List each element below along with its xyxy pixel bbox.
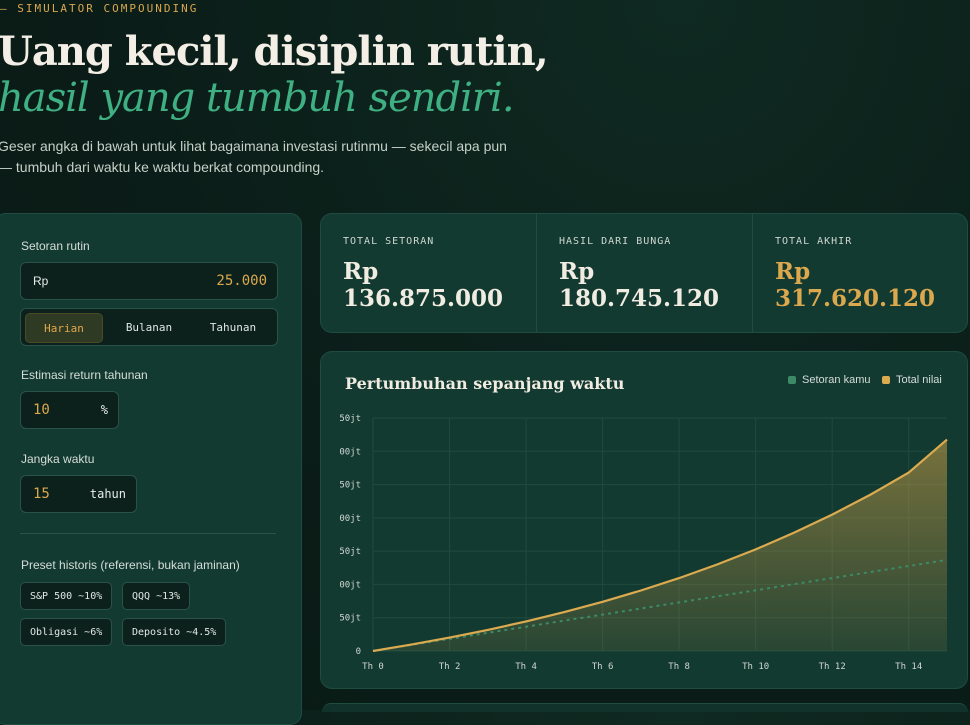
eyebrow: — SIMULATOR COMPOUNDING bbox=[0, 2, 199, 15]
page-title-accent: hasil yang tumbuh sendiri. bbox=[0, 75, 515, 121]
frequency-option-tahunan[interactable]: Tahunan bbox=[193, 313, 273, 341]
stat-total-akhir: TOTAL AKHIR Rp 317.620.120 bbox=[753, 214, 967, 332]
page-title: Uang kecil, disiplin rutin, bbox=[0, 28, 549, 75]
x-tick-label: Th 8 bbox=[668, 662, 690, 672]
preset-sp500[interactable]: S&P 500 ~10% bbox=[20, 582, 113, 610]
stat-value: Rp 136.875.000 bbox=[343, 258, 504, 312]
lead-text: Geser angka di bawah untuk lihat bagaima… bbox=[0, 138, 507, 175]
growth-chart-panel: Pertumbuhan sepanjang waktu Setoran kamu… bbox=[320, 351, 968, 689]
deposit-label: Setoran rutin bbox=[21, 239, 90, 253]
preset-qqq[interactable]: QQQ ~13% bbox=[122, 582, 191, 610]
preset-obligasi[interactable]: Obligasi ~6% bbox=[20, 618, 113, 646]
deposit-input[interactable]: Rp 25.000 bbox=[20, 262, 278, 300]
x-tick-label: Th 0 bbox=[362, 662, 384, 672]
y-tick-label: 00jt bbox=[339, 580, 361, 590]
divider bbox=[20, 533, 276, 534]
return-label: Estimasi return tahunan bbox=[21, 368, 148, 382]
stat-total-setoran: TOTAL SETORAN Rp 136.875.000 bbox=[321, 214, 536, 332]
deposit-value: 25.000 bbox=[216, 273, 267, 289]
next-panel-edge bbox=[322, 703, 968, 712]
frequency-selector: Harian Bulanan Tahunan bbox=[20, 308, 278, 346]
stat-caption: HASIL DARI BUNGA bbox=[559, 236, 672, 247]
return-value: 10 bbox=[33, 402, 50, 418]
x-tick-label: Th 6 bbox=[592, 662, 614, 672]
x-tick-label: Th 14 bbox=[895, 662, 922, 672]
duration-input[interactable]: 15 tahun bbox=[20, 475, 137, 513]
stat-caption: TOTAL AKHIR bbox=[775, 236, 853, 247]
duration-unit: tahun bbox=[89, 487, 126, 501]
return-input[interactable]: 10 % bbox=[20, 391, 119, 429]
frequency-option-bulanan[interactable]: Bulanan bbox=[109, 313, 189, 341]
presets-label: Preset historis (referensi, bukan jamina… bbox=[21, 558, 240, 572]
y-tick-label: 00jt bbox=[339, 447, 361, 457]
y-tick-label: 50jt bbox=[339, 547, 361, 557]
x-tick-label: Th 12 bbox=[819, 662, 846, 672]
stat-hasil-bunga: HASIL DARI BUNGA Rp 180.745.120 bbox=[537, 214, 752, 332]
y-tick-label: 50jt bbox=[339, 614, 361, 624]
x-tick-label: Th 2 bbox=[439, 662, 461, 672]
x-tick-label: Th 10 bbox=[742, 662, 769, 672]
stat-caption: TOTAL SETORAN bbox=[343, 236, 435, 247]
duration-value: 15 bbox=[33, 486, 50, 502]
preset-deposito[interactable]: Deposito ~4.5% bbox=[122, 618, 227, 646]
y-tick-label: 50jt bbox=[339, 481, 361, 491]
stat-value: Rp 180.745.120 bbox=[559, 258, 720, 312]
duration-label: Jangka waktu bbox=[21, 452, 95, 466]
currency-prefix: Rp bbox=[33, 274, 49, 288]
return-unit: % bbox=[100, 403, 108, 417]
x-tick-label: Th 4 bbox=[515, 662, 537, 672]
y-tick-label: 50jt bbox=[339, 414, 361, 424]
y-tick-label: 00jt bbox=[339, 514, 361, 524]
total-value-area bbox=[373, 439, 947, 651]
summary-stats: TOTAL SETORAN Rp 136.875.000 HASIL DARI … bbox=[320, 213, 968, 333]
growth-chart: 50jt 00jt 50jt 00jt 50jt 00jt 50jt 0 Th 0 Th 2 Th… bbox=[339, 414, 948, 672]
stat-value: Rp 317.620.120 bbox=[775, 258, 936, 312]
frequency-option-harian[interactable]: Harian bbox=[25, 313, 103, 343]
y-tick-label: 0 bbox=[356, 647, 361, 657]
